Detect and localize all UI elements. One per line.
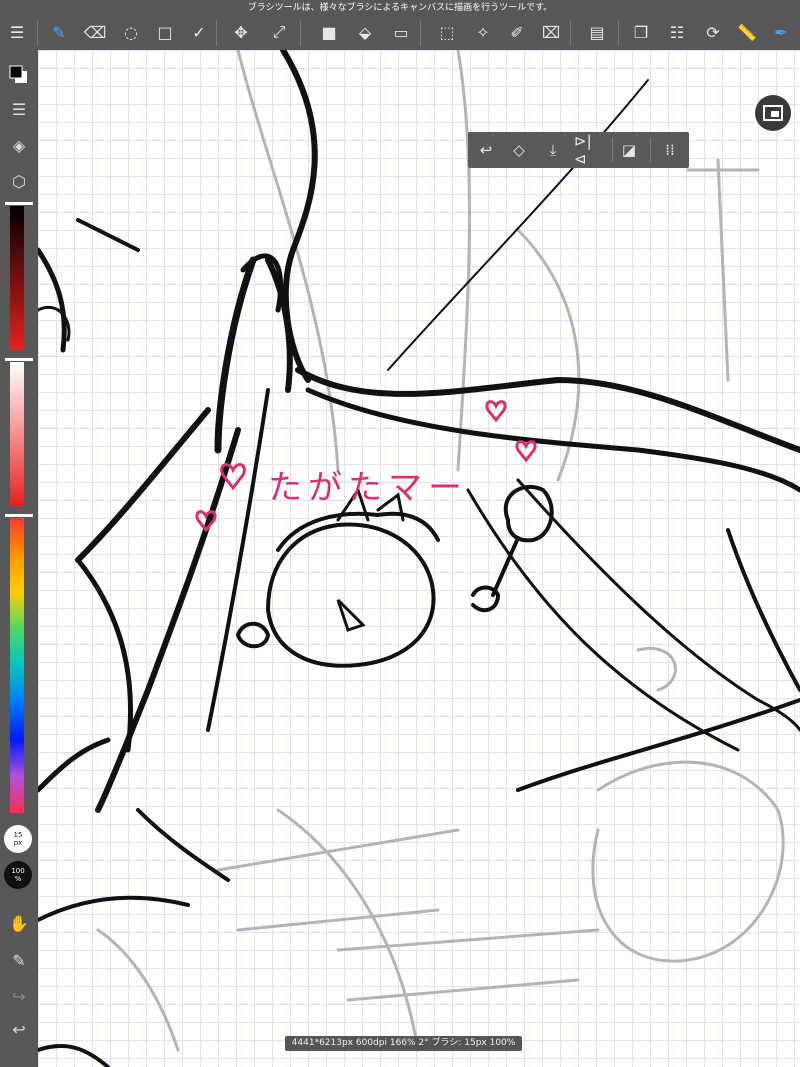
undo-icon[interactable]: ↩: [473, 137, 499, 163]
bucket-tool-icon[interactable]: ⬙: [352, 19, 378, 45]
handwritten-text: たがたマー: [268, 468, 468, 508]
toolbar-divider: [37, 20, 38, 46]
hue-slider[interactable]: [10, 518, 24, 813]
ruler-icon[interactable]: 📏: [734, 19, 760, 45]
transform-tool-icon[interactable]: ⤢: [266, 19, 292, 45]
brush-size-value: 15: [13, 831, 23, 839]
layer-list-icon[interactable]: ☰: [6, 96, 32, 122]
navigator-button[interactable]: [755, 95, 791, 131]
left-sidebar: ☰ ◈ ⬡ 15 px 100 % ✋ ✎ ↪ ↩: [0, 50, 38, 1067]
drawing-canvas[interactable]: たがたマー: [38, 50, 800, 1067]
slider-knob[interactable]: [5, 514, 33, 517]
redo-icon[interactable]: ↪: [6, 983, 32, 1009]
sketch-artwork: [38, 50, 800, 1067]
toolbar-divider: [618, 20, 619, 46]
menu-icon[interactable]: ☰: [4, 19, 30, 45]
brush-size-circle[interactable]: 15 px: [4, 825, 32, 853]
slider-knob[interactable]: [5, 358, 33, 361]
select-eraser-icon[interactable]: ⌧: [538, 19, 564, 45]
toolbar-divider: [612, 138, 613, 162]
magic-wand-icon[interactable]: ✧: [470, 19, 496, 45]
correction-tool-icon[interactable]: ✓: [186, 19, 212, 45]
tool-hint-text: ブラシツールは、様々なブラシによるキャンバスに描画を行うツールです。: [247, 3, 553, 13]
shape-tool-icon[interactable]: □: [152, 19, 178, 45]
eraser-tool-icon[interactable]: ⌫: [82, 19, 108, 45]
toolbar-divider: [300, 20, 301, 46]
opacity-unit: %: [14, 875, 22, 883]
opacity-circle[interactable]: 100 %: [4, 861, 32, 889]
flip-icon[interactable]: ⊳|⊲: [574, 132, 600, 168]
undo-icon[interactable]: ↩: [6, 1016, 32, 1042]
selection-list-icon[interactable]: ☷: [664, 19, 690, 45]
layers-icon[interactable]: ◈: [6, 132, 32, 158]
window-icon: [763, 105, 783, 121]
blur-tool-icon[interactable]: ◌: [118, 19, 144, 45]
color-swatch[interactable]: [6, 62, 32, 88]
opacity-value: 100: [11, 867, 25, 875]
toolbar-divider: [216, 20, 217, 46]
toolbar-divider: [570, 20, 571, 46]
eyedropper-icon[interactable]: ✎: [6, 947, 32, 973]
hand-tool-icon[interactable]: ✋: [6, 910, 32, 936]
saturation-slider[interactable]: [10, 362, 24, 506]
slider-knob[interactable]: [5, 202, 33, 205]
select-pen-icon[interactable]: ✐: [504, 19, 530, 45]
grip-icon[interactable]: ⁞⁞: [657, 137, 683, 163]
edit-icon[interactable]: ◪: [616, 137, 642, 163]
select-rect-icon[interactable]: ⬚: [434, 19, 460, 45]
download-icon[interactable]: ⤓: [540, 137, 566, 163]
gradient-tool-icon[interactable]: ▭: [388, 19, 414, 45]
brightness-slider[interactable]: [10, 206, 24, 350]
layout-icon[interactable]: ▤: [584, 19, 610, 45]
brush-size-unit: px: [13, 839, 23, 847]
status-bar: 4441*6213px 600dpi 166% 2° ブラシ: 15px 100…: [285, 1036, 522, 1051]
floating-toolbar: ↩ ◇ ⤓ ⊳|⊲ ◪ ⁞⁞: [468, 132, 689, 168]
layer-copy-icon[interactable]: ❐: [628, 19, 654, 45]
toolbar-divider: [650, 138, 651, 162]
toolbar-divider: [420, 20, 421, 46]
clear-icon[interactable]: ◇: [506, 137, 532, 163]
fill-color-icon[interactable]: ■: [316, 19, 342, 45]
material-icon[interactable]: ⬡: [6, 168, 32, 194]
rotate-icon[interactable]: ⟳: [700, 19, 726, 45]
move-tool-icon[interactable]: ✥: [228, 19, 254, 45]
brush-tool-icon[interactable]: ✎: [46, 19, 72, 45]
pen-settings-icon[interactable]: ✒: [768, 19, 794, 45]
top-toolbar: ブラシツールは、様々なブラシによるキャンバスに描画を行うツールです。 ☰ ✎ ⌫ ◌…: [0, 0, 800, 50]
